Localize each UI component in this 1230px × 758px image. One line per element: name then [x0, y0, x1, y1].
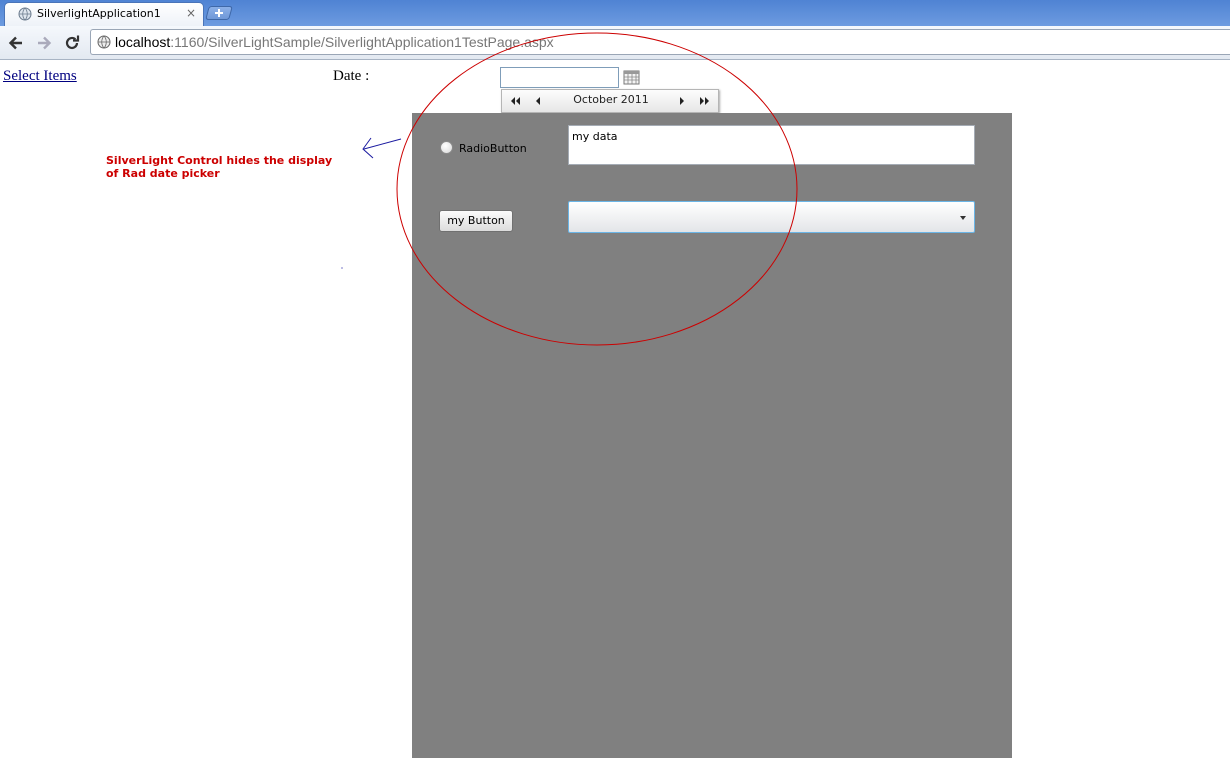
reload-icon[interactable] — [63, 34, 81, 52]
address-text: localhost:1160/SilverLightSample/Silverl… — [115, 34, 554, 50]
combo-box[interactable] — [568, 201, 975, 233]
date-input[interactable] — [500, 67, 619, 88]
calendar-popup: October 2011 — [501, 89, 719, 113]
back-arrow-icon[interactable] — [7, 34, 25, 52]
pointer-arrow — [362, 137, 402, 159]
date-label: Date : — [333, 68, 370, 84]
my-button[interactable]: my Button — [439, 210, 513, 232]
fast-next-icon[interactable] — [698, 95, 712, 107]
next-month-icon[interactable] — [674, 95, 688, 107]
silverlight-control: RadioButton my data my Button — [412, 113, 1012, 758]
data-textbox[interactable]: my data — [568, 125, 975, 165]
page-globe-icon — [97, 35, 111, 49]
address-host: localhost — [115, 34, 171, 50]
annotation-text: SilverLight Control hides the display of… — [106, 154, 356, 180]
radio-button[interactable] — [440, 141, 453, 154]
dropdown-arrow-icon — [960, 216, 966, 220]
stray-dot — [341, 267, 343, 269]
browser-toolbar: localhost:1160/SilverLightSample/Silverl… — [0, 26, 1230, 60]
annotation-line-2: of Rad date picker — [106, 167, 220, 180]
address-path: :1160/SilverLightSample/SilverlightAppli… — [170, 34, 554, 50]
new-tab-button[interactable] — [205, 6, 233, 20]
tab-strip: SilverlightApplication1 × — [0, 0, 1230, 26]
select-items-link[interactable]: Select Items — [3, 68, 77, 85]
calendar-icon[interactable] — [623, 69, 640, 85]
radio-button-label: RadioButton — [459, 142, 527, 155]
tab-title: SilverlightApplication1 — [37, 7, 161, 20]
globe-icon — [18, 7, 32, 21]
address-bar[interactable]: localhost:1160/SilverLightSample/Silverl… — [90, 29, 1230, 55]
forward-arrow-icon[interactable] — [35, 34, 53, 52]
browser-tab[interactable]: SilverlightApplication1 × — [4, 2, 204, 26]
plus-icon — [215, 9, 223, 17]
close-tab-icon[interactable]: × — [186, 6, 196, 20]
annotation-line-1: SilverLight Control hides the display — [106, 154, 333, 167]
